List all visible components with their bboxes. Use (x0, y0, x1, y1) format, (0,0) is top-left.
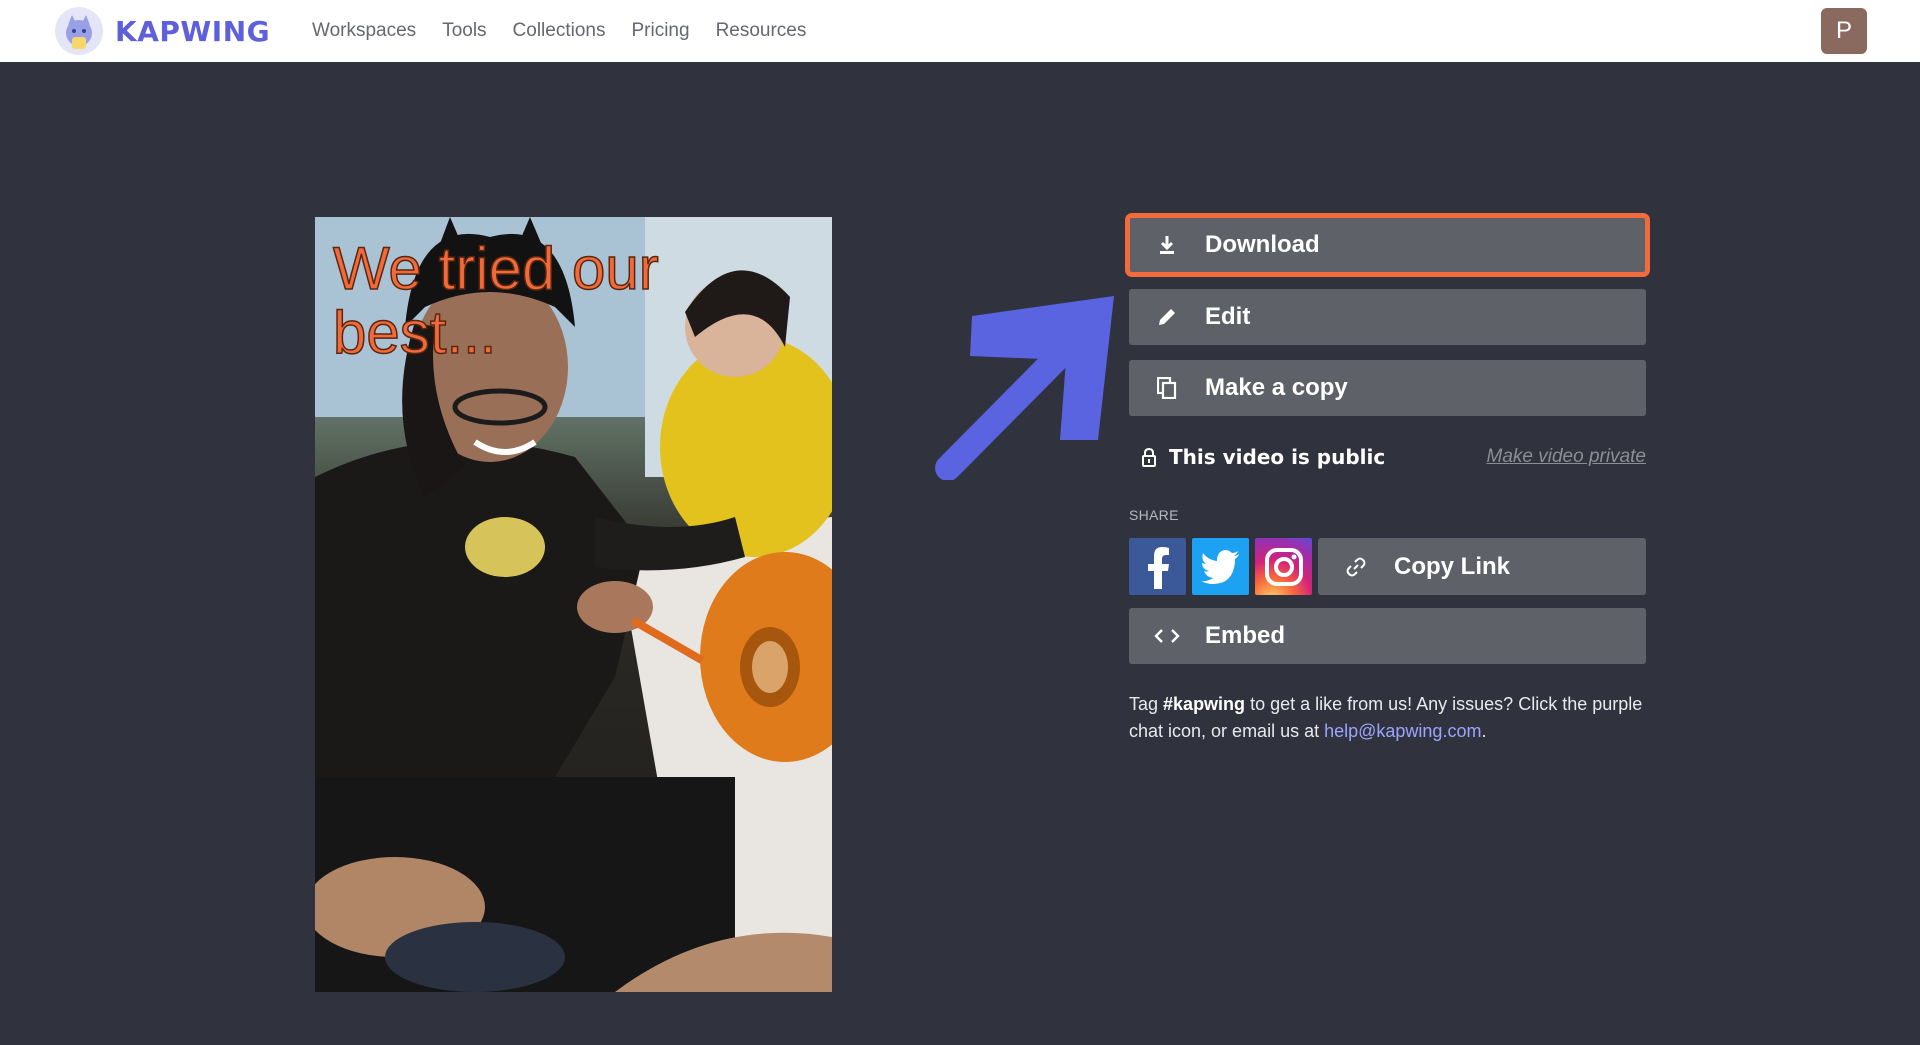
make-copy-button[interactable]: Make a copy (1129, 360, 1646, 416)
caption-line-2: best... (332, 299, 497, 366)
twitter-icon (1200, 549, 1239, 584)
embed-button[interactable]: Embed (1129, 608, 1646, 664)
copy-icon (1129, 377, 1205, 399)
video-preview[interactable]: We tried our best... (315, 217, 832, 992)
privacy-status: This video is public (1169, 445, 1386, 469)
link-icon (1318, 555, 1394, 579)
nav-item-workspaces[interactable]: Workspaces (312, 20, 416, 42)
annotation-arrow-icon (935, 296, 1114, 480)
kapwing-logo-link[interactable]: KAPWING (55, 7, 270, 55)
privacy-row: This video is public Make video private (1129, 442, 1646, 472)
download-label: Download (1205, 231, 1320, 258)
help-email-link[interactable]: help@kapwing.com (1324, 721, 1481, 741)
help-hashtag: #kapwing (1163, 694, 1246, 714)
download-icon (1129, 235, 1205, 255)
nav-item-tools[interactable]: Tools (442, 20, 486, 42)
make-private-link[interactable]: Make video private (1487, 446, 1646, 468)
edit-label: Edit (1205, 303, 1251, 330)
share-heading: SHARE (1129, 507, 1179, 523)
pencil-icon (1129, 307, 1205, 327)
user-avatar[interactable]: P (1821, 8, 1867, 54)
video-caption-overlay: We tried our best... (332, 235, 803, 366)
kapwing-logo-icon (55, 7, 103, 55)
copy-link-label: Copy Link (1394, 552, 1511, 580)
twitter-share-button[interactable] (1192, 538, 1249, 595)
make-copy-label: Make a copy (1205, 374, 1348, 401)
brand-name: KAPWING (115, 14, 271, 48)
main-nav: Workspaces Tools Collections Pricing Res… (312, 0, 832, 62)
nav-item-resources[interactable]: Resources (716, 20, 807, 42)
copy-link-button[interactable]: Copy Link (1318, 538, 1646, 595)
lock-icon (1129, 447, 1169, 467)
facebook-share-button[interactable] (1129, 538, 1186, 595)
caption-line-1: We tried our (332, 235, 659, 302)
instagram-icon (1264, 547, 1303, 586)
facebook-icon (1147, 546, 1169, 589)
embed-label: Embed (1205, 622, 1286, 649)
help-suffix: . (1481, 721, 1487, 741)
instagram-share-button[interactable] (1255, 538, 1312, 595)
nav-item-pricing[interactable]: Pricing (631, 20, 689, 42)
code-brackets-icon (1129, 628, 1205, 644)
download-button[interactable]: Download (1125, 213, 1650, 277)
help-text: Tag #kapwing to get a like from us! Any … (1129, 691, 1646, 745)
top-navigation-bar: KAPWING Workspaces Tools Collections Pri… (0, 0, 1920, 62)
help-prefix: Tag (1129, 694, 1164, 714)
edit-button[interactable]: Edit (1129, 289, 1646, 345)
nav-item-collections[interactable]: Collections (513, 20, 606, 42)
